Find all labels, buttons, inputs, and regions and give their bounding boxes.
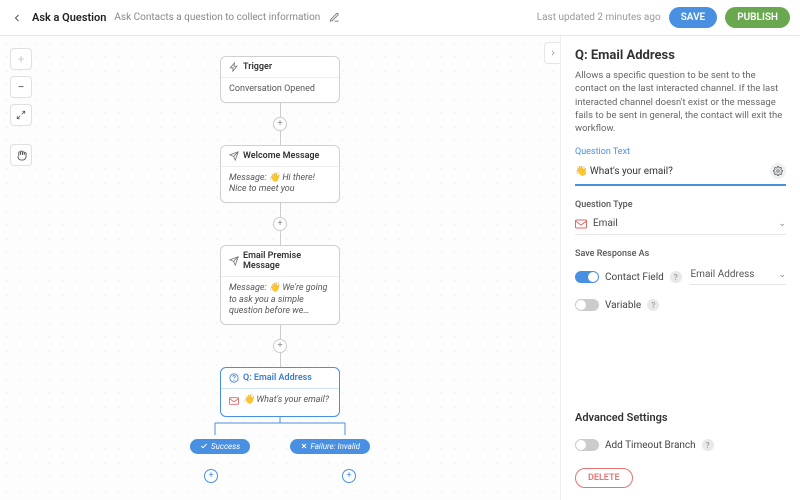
pan-tool-button[interactable] xyxy=(10,144,32,166)
check-icon xyxy=(200,442,208,450)
panel-title: Q: Email Address xyxy=(575,48,786,63)
question-type-label: Question Type xyxy=(575,200,786,210)
variable-label: Variable xyxy=(605,300,641,311)
fit-view-button[interactable] xyxy=(10,104,32,126)
question-text-input[interactable] xyxy=(575,166,765,177)
gear-icon xyxy=(773,166,783,176)
node-title: Welcome Message xyxy=(243,151,319,161)
node-trigger[interactable]: Trigger Conversation Opened xyxy=(220,56,340,103)
send-icon xyxy=(229,151,239,161)
node-body: Message: 👋 We're going to ask you a simp… xyxy=(221,277,339,324)
timeout-toggle[interactable] xyxy=(575,439,599,451)
chevron-down-icon: ⌄ xyxy=(778,219,786,229)
question-text-label: Question Text xyxy=(575,147,786,157)
zoom-out-button[interactable]: − xyxy=(10,76,32,98)
last-updated-text: Last updated 2 minutes ago xyxy=(537,12,661,23)
save-button[interactable]: SAVE xyxy=(669,7,718,28)
zoom-in-button[interactable]: + xyxy=(10,48,32,70)
x-icon xyxy=(300,442,308,450)
add-step-button[interactable]: + xyxy=(273,339,287,353)
lightning-icon xyxy=(229,62,239,72)
page-title: Ask a Question xyxy=(32,11,106,24)
node-title: Q: Email Address xyxy=(243,373,312,383)
save-response-label: Save Response As xyxy=(575,249,786,259)
add-step-button[interactable]: + xyxy=(273,117,287,131)
publish-button[interactable]: PUBLISH xyxy=(725,7,790,28)
branch-success[interactable]: Success xyxy=(190,439,250,454)
send-icon xyxy=(229,256,239,266)
node-email-premise[interactable]: Email Premise Message Message: 👋 We're g… xyxy=(220,245,340,325)
properties-panel: Q: Email Address Allows a specific quest… xyxy=(560,36,800,500)
node-body: 👋 What's your email? xyxy=(221,389,339,416)
back-button[interactable] xyxy=(10,11,24,25)
node-title: Trigger xyxy=(243,62,272,72)
add-success-step[interactable]: + xyxy=(204,469,218,483)
panel-description: Allows a specific question to be sent to… xyxy=(575,69,786,135)
add-failure-step[interactable]: + xyxy=(342,469,356,483)
help-icon[interactable]: ? xyxy=(670,271,682,283)
panel-collapse-button[interactable] xyxy=(544,42,560,64)
help-icon[interactable]: ? xyxy=(647,299,659,311)
branch-connector xyxy=(190,417,370,441)
variable-toggle[interactable] xyxy=(575,299,599,311)
question-settings-button[interactable] xyxy=(770,163,786,179)
mail-icon xyxy=(575,219,587,229)
node-title: Email Premise Message xyxy=(243,251,331,271)
workflow-canvas[interactable]: + − Trigger xyxy=(0,36,560,500)
help-icon[interactable]: ? xyxy=(702,439,714,451)
delete-button[interactable]: DELETE xyxy=(575,468,633,488)
chevron-down-icon: ⌄ xyxy=(778,270,786,280)
question-type-select[interactable]: Email ⌄ xyxy=(575,213,786,235)
mail-icon xyxy=(229,397,239,405)
node-body: Message: 👋 Hi there! Nice to meet you xyxy=(221,167,339,202)
timeout-label: Add Timeout Branch xyxy=(605,440,696,451)
contact-field-label: Contact Field xyxy=(605,272,664,283)
edit-title-icon[interactable] xyxy=(328,12,340,24)
contact-field-select[interactable]: Email Address ⌄ xyxy=(690,269,786,285)
node-question-email[interactable]: Q: Email Address 👋 What's your email? xyxy=(220,367,340,417)
node-welcome-message[interactable]: Welcome Message Message: 👋 Hi there! Nic… xyxy=(220,145,340,203)
question-icon xyxy=(229,373,239,383)
add-step-button[interactable]: + xyxy=(273,217,287,231)
advanced-settings-heading: Advanced Settings xyxy=(575,411,786,424)
page-subtitle: Ask Contacts a question to collect infor… xyxy=(114,12,320,23)
branch-failure[interactable]: Failure: Invalid xyxy=(290,439,370,454)
contact-field-toggle[interactable] xyxy=(575,271,599,283)
node-body: Conversation Opened xyxy=(221,78,339,102)
